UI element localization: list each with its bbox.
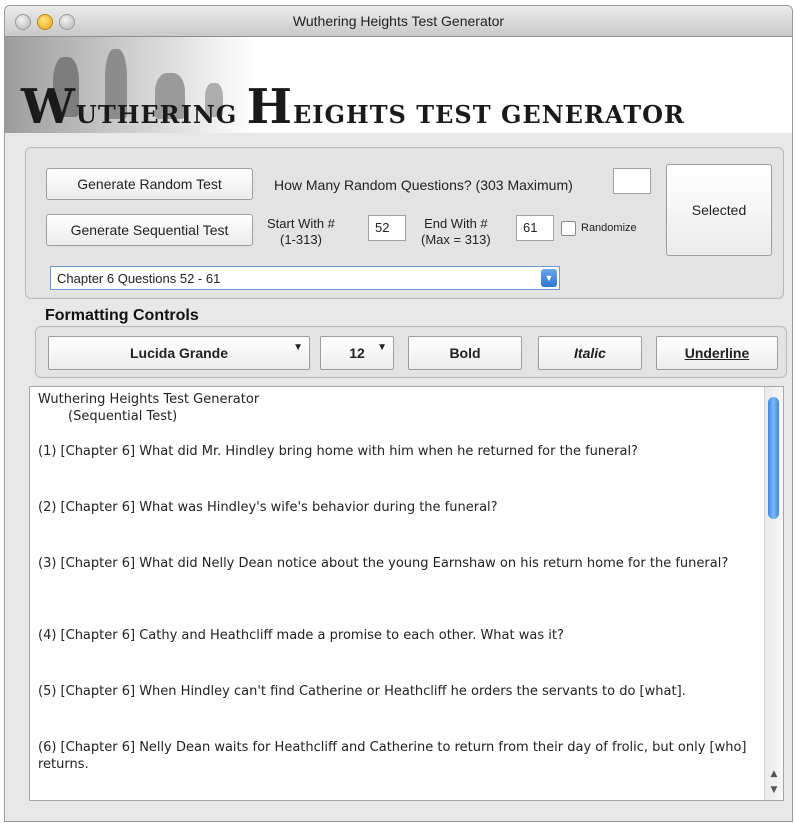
random-questions-label: How Many Random Questions? (303 Maximum): [274, 177, 573, 193]
end-with-label: End With # (Max = 313): [421, 216, 491, 247]
generate-sequential-test-button[interactable]: Generate Sequential Test: [46, 214, 253, 246]
title-bar[interactable]: Wuthering Heights Test Generator: [5, 6, 792, 37]
end-with-input[interactable]: 61: [516, 215, 554, 241]
start-with-input[interactable]: 52: [368, 215, 406, 241]
scrollbar-thumb[interactable]: [768, 397, 779, 519]
chevron-down-icon: ▼: [293, 342, 303, 353]
window-title: Wuthering Heights Test Generator: [292, 13, 505, 29]
randomize-label: Randomize: [581, 222, 637, 234]
question-item: (1) [Chapter 6] What did Mr. Hindley bri…: [38, 444, 638, 459]
question-item: (2) [Chapter 6] What was Hindley's wife'…: [38, 500, 498, 515]
output-subheader: (Sequential Test): [68, 409, 178, 424]
app-window: Wuthering Heights Test Generator WUTHERI…: [4, 5, 793, 822]
chevron-down-icon: ▼: [377, 342, 387, 353]
arrow-down-icon[interactable]: ▼: [765, 783, 783, 797]
font-family-value: Lucida Grande: [129, 345, 229, 361]
question-item: (6) [Chapter 6] Nelly Dean waits for Hea…: [38, 740, 747, 772]
generator-panel: Generate Random Test How Many Random Que…: [25, 147, 784, 299]
header-banner: WUTHERING HEIGHTS TEST GENERATOR: [5, 37, 792, 135]
test-output-textarea[interactable]: Wuthering Heights Test Generator (Sequen…: [29, 386, 784, 801]
vertical-scrollbar[interactable]: ▲ ▼: [764, 387, 783, 800]
question-item: (5) [Chapter 6] When Hindley can't find …: [38, 684, 686, 699]
question-item: (4) [Chapter 6] Cathy and Heathcliff mad…: [38, 628, 564, 643]
start-with-label: Start With # (1-313): [267, 216, 335, 247]
font-size-dropdown[interactable]: 12 ▼: [320, 336, 394, 370]
generate-random-test-button[interactable]: Generate Random Test: [46, 168, 253, 200]
italic-button[interactable]: Italic: [538, 336, 642, 370]
chapter-select-value: Chapter 6 Questions 52 - 61: [57, 271, 221, 286]
output-header: Wuthering Heights Test Generator: [38, 392, 260, 407]
underline-button[interactable]: Underline: [656, 336, 778, 370]
question-item: (3) [Chapter 6] What did Nelly Dean noti…: [38, 556, 729, 571]
randomize-checkbox[interactable]: [561, 221, 576, 236]
formatting-panel: Lucida Grande ▼ 12 ▼ Bold Italic Underli…: [35, 326, 787, 378]
random-questions-input[interactable]: [613, 168, 651, 194]
font-family-dropdown[interactable]: Lucida Grande ▼: [48, 336, 310, 370]
banner-title: WUTHERING HEIGHTS TEST GENERATOR: [21, 79, 685, 135]
bold-button[interactable]: Bold: [408, 336, 522, 370]
arrow-up-icon[interactable]: ▲: [765, 767, 783, 781]
chevron-down-icon: ▼: [541, 269, 557, 287]
formatting-controls-title: Formatting Controls: [45, 307, 199, 324]
font-size-value: 12: [349, 345, 365, 361]
selected-button[interactable]: Selected: [666, 164, 772, 256]
chapter-select[interactable]: Chapter 6 Questions 52 - 61 ▼: [50, 266, 560, 290]
